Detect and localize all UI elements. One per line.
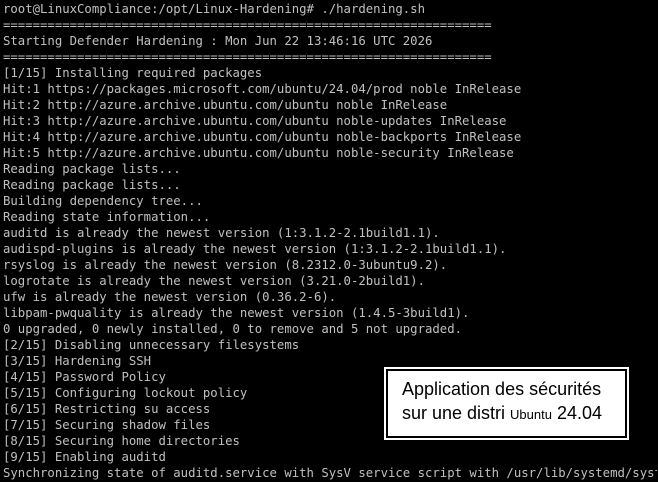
terminal-line: Reading package lists...	[3, 162, 181, 176]
terminal-line: [9/15] Enabling auditd	[3, 450, 166, 464]
terminal-line: [3/15] Hardening SSH	[3, 354, 152, 368]
terminal-window[interactable]: root@LinuxCompliance:/opt/Linux-Hardenin…	[0, 0, 658, 482]
terminal-line: ufw is already the newest version (0.36.…	[3, 290, 337, 304]
caption-line-2-prefix: sur une distri	[402, 403, 511, 423]
terminal-line: Synchronizing state of auditd.service wi…	[3, 466, 657, 480]
terminal-line: 0 upgraded, 0 newly installed, 0 to remo…	[3, 322, 463, 336]
terminal-line: [2/15] Disabling unnecessary filesystems	[3, 338, 300, 352]
terminal-line: Hit:2 http://azure.archive.ubuntu.com/ub…	[3, 98, 448, 112]
terminal-line: ========================================…	[3, 18, 492, 32]
terminal-line: logrotate is already the newest version …	[3, 274, 425, 288]
terminal-line: audispd-plugins is already the newest ve…	[3, 242, 507, 256]
terminal-line: Hit:5 http://azure.archive.ubuntu.com/ub…	[3, 146, 514, 160]
terminal-line: libpam-pwquality is already the newest v…	[3, 306, 470, 320]
terminal-line: root@LinuxCompliance:/opt/Linux-Hardenin…	[3, 2, 425, 16]
terminal-line: Hit:1 https://packages.microsoft.com/ubu…	[3, 82, 522, 96]
terminal-line: rsyslog is already the newest version (8…	[3, 258, 448, 272]
terminal-line: Starting Defender Hardening : Mon Jun 22…	[3, 34, 433, 48]
terminal-line: Hit:3 http://azure.archive.ubuntu.com/ub…	[3, 114, 507, 128]
caption-distro-version: 24.04	[551, 403, 603, 423]
terminal-line: Reading state information...	[3, 210, 211, 224]
terminal-line: [1/15] Installing required packages	[3, 66, 263, 80]
terminal-line: Reading package lists...	[3, 178, 181, 192]
caption-distro-name: Ubuntu	[510, 407, 552, 422]
caption-overlay: Application des sécurités sur une distri…	[384, 367, 629, 440]
terminal-line: Building dependency tree...	[3, 194, 203, 208]
caption-line-1: Application des sécurités	[402, 379, 602, 399]
terminal-line: Hit:4 http://azure.archive.ubuntu.com/ub…	[3, 130, 522, 144]
caption-line-2: sur une distri Ubuntu 24.04	[402, 401, 625, 427]
terminal-line: auditd is already the newest version (1:…	[3, 226, 440, 240]
terminal-line: ========================================…	[3, 50, 492, 64]
